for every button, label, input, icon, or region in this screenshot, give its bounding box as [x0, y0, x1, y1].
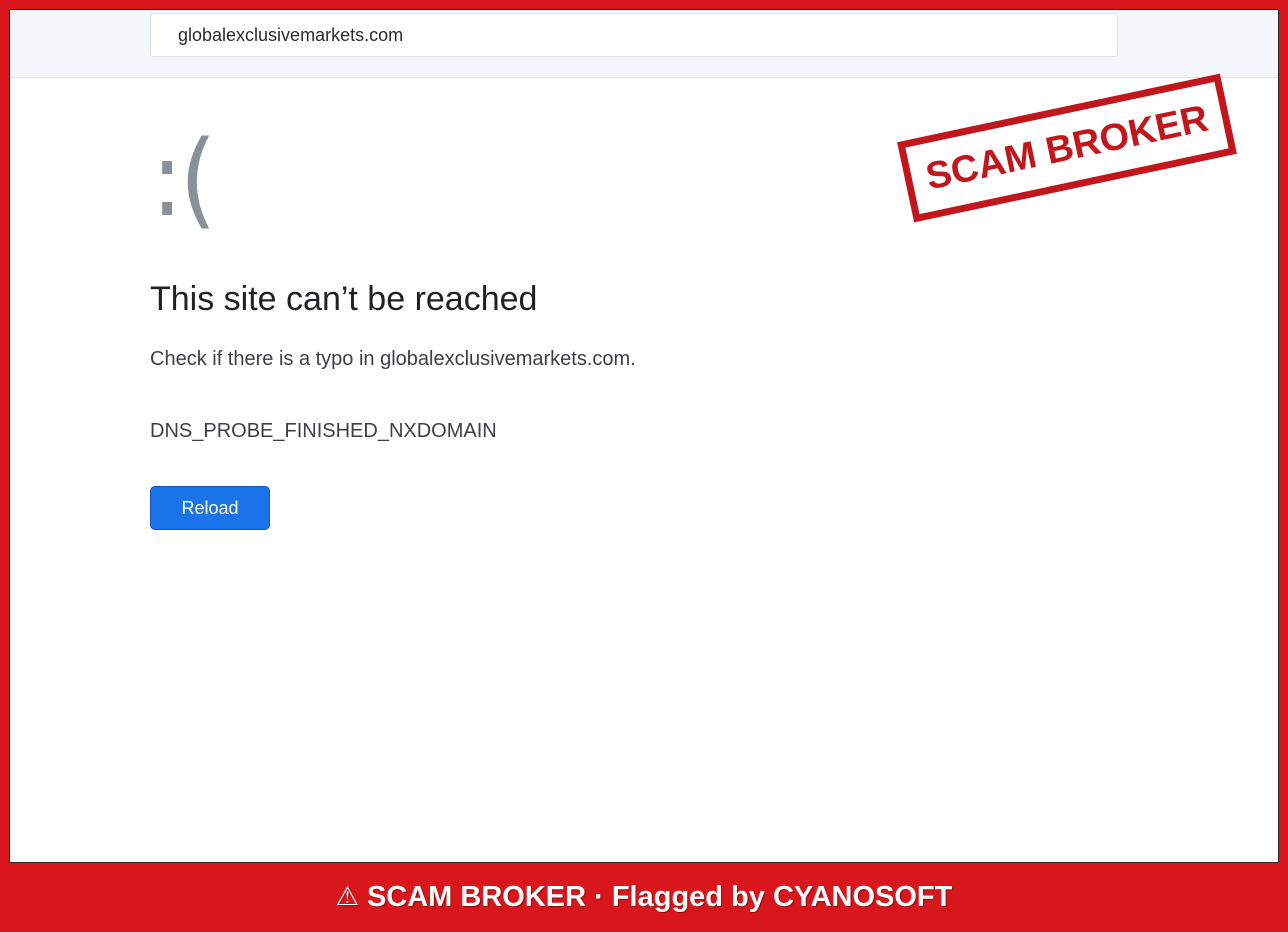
browser-toolbar: globalexclusivemarkets.com: [10, 10, 1278, 78]
address-bar[interactable]: globalexclusivemarkets.com: [150, 13, 1118, 57]
warning-icon: ⚠: [335, 882, 359, 912]
sad-face-icon: :(: [151, 118, 217, 240]
scam-broker-stamp: SCAM BROKER: [897, 73, 1237, 223]
reload-button[interactable]: Reload: [150, 486, 270, 530]
browser-window: globalexclusivemarkets.com :( This site …: [9, 9, 1279, 863]
error-code: DNS_PROBE_FINISHED_NXDOMAIN: [150, 420, 497, 442]
error-detail: Check if there is a typo in globalexclus…: [150, 348, 636, 370]
banner-text: SCAM BROKER · Flagged by CYANOSOFT: [366, 880, 953, 913]
error-title: This site can’t be reached: [150, 280, 538, 318]
scam-warning-banner: ⚠ SCAM BROKER · Flagged by CYANOSOFT: [0, 862, 1288, 932]
